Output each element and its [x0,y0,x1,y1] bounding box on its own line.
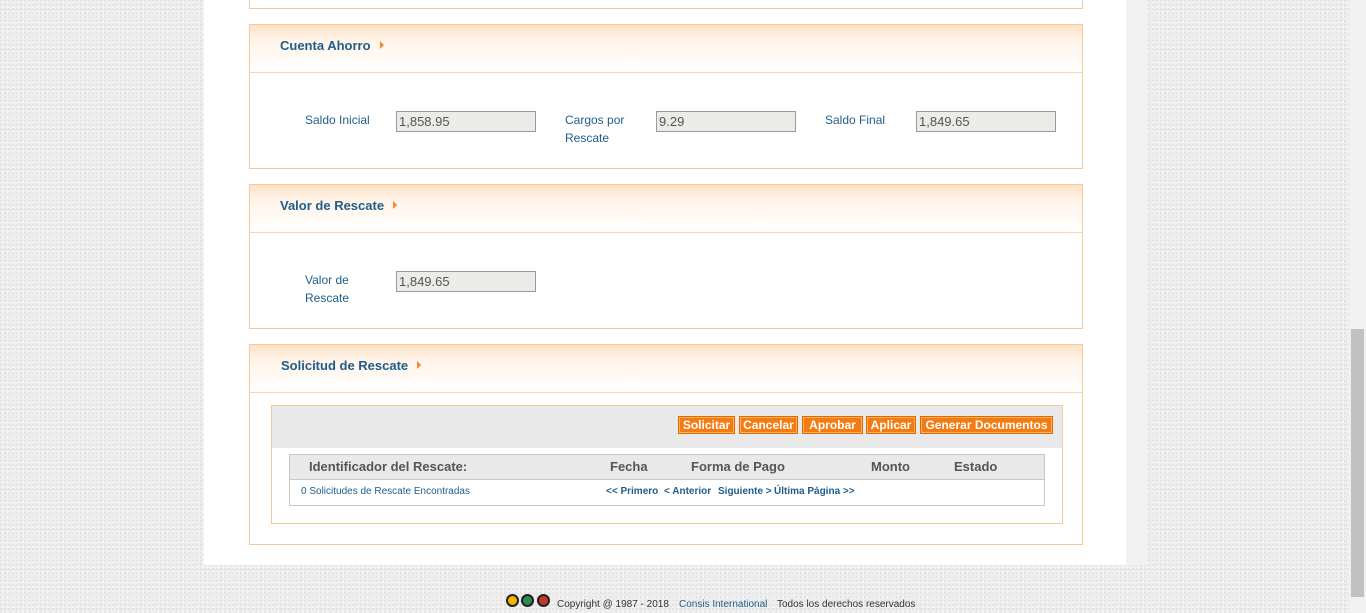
col-fecha[interactable]: Fecha [610,459,648,474]
valor-rescate-label-line1: Valor de [305,273,349,287]
saldo-inicial-field[interactable] [396,111,536,132]
cuenta-ahorro-title: Cuenta Ahorro [280,38,371,53]
col-estado[interactable]: Estado [954,459,997,474]
table-header: Identificador del Rescate: Fecha Forma d… [290,455,1044,480]
cuenta-ahorro-header[interactable]: Cuenta Ahorro [250,25,1082,73]
generar-documentos-button[interactable]: Generar Documentos [920,416,1053,434]
rescate-table: Identificador del Rescate: Fecha Forma d… [289,454,1045,506]
browser-firefox-icon [537,594,550,607]
cancelar-button[interactable]: Cancelar [739,416,798,434]
previous-panel [249,0,1083,9]
solicitud-rescate-header[interactable]: Solicitud de Rescate [250,345,1082,393]
solicitud-container: Solicitar Cancelar Aprobar Aplicar Gener… [271,405,1063,524]
cargos-label-line1: Cargos por [565,113,625,127]
aprobar-button[interactable]: Aprobar [802,416,863,434]
saldo-final-field[interactable] [916,111,1056,132]
arrow-right-icon [393,201,398,209]
solicitud-rescate-title: Solicitud de Rescate [281,358,409,373]
results-count: 0 Solicitudes de Rescate Encontradas [301,486,470,497]
valor-rescate-label-line2: Rescate [305,291,350,305]
browser-ie-icon [506,594,519,607]
cargos-field[interactable] [656,111,796,132]
valor-rescate-field[interactable] [396,271,536,292]
solicitud-rescate-panel: Solicitud de Rescate Solicitar Cancelar … [249,344,1083,545]
footer-rights: Todos los derechos reservados [777,599,916,610]
col-monto[interactable]: Monto [871,459,910,474]
footer-copyright: Copyright @ 1987 - 2018 [557,599,669,610]
scrollbar-thumb[interactable] [1351,329,1364,597]
cuenta-ahorro-panel: Cuenta Ahorro Saldo Inicial Cargos por R… [249,24,1083,169]
valor-rescate-title: Valor de Rescate [280,198,385,213]
solicitar-button[interactable]: Solicitar [678,416,735,434]
action-toolbar: Solicitar Cancelar Aprobar Aplicar Gener… [272,406,1062,448]
arrow-right-icon [379,41,384,49]
col-identificador[interactable]: Identificador del Rescate: [309,459,467,474]
arrow-right-icon [417,361,422,369]
cargos-label-line2: Rescate [565,131,610,145]
aplicar-button[interactable]: Aplicar [866,416,916,434]
valor-rescate-panel: Valor de Rescate Valor de Rescate [249,184,1083,329]
pager-prev-link[interactable]: < Anterior [664,486,711,497]
footer-company-link[interactable]: Consis International [679,599,767,610]
page-edge [1126,0,1146,565]
pager-next-link[interactable]: Siguiente > [718,486,772,497]
valor-rescate-header[interactable]: Valor de Rescate [250,185,1082,233]
pager-last-link[interactable]: Última Página >> [774,486,855,497]
browser-chrome-icon [521,594,534,607]
saldo-inicial-label: Saldo Inicial [305,113,370,127]
saldo-final-label: Saldo Final [825,113,886,127]
col-forma-pago[interactable]: Forma de Pago [691,459,785,474]
pager-first-link[interactable]: << Primero [606,486,658,497]
